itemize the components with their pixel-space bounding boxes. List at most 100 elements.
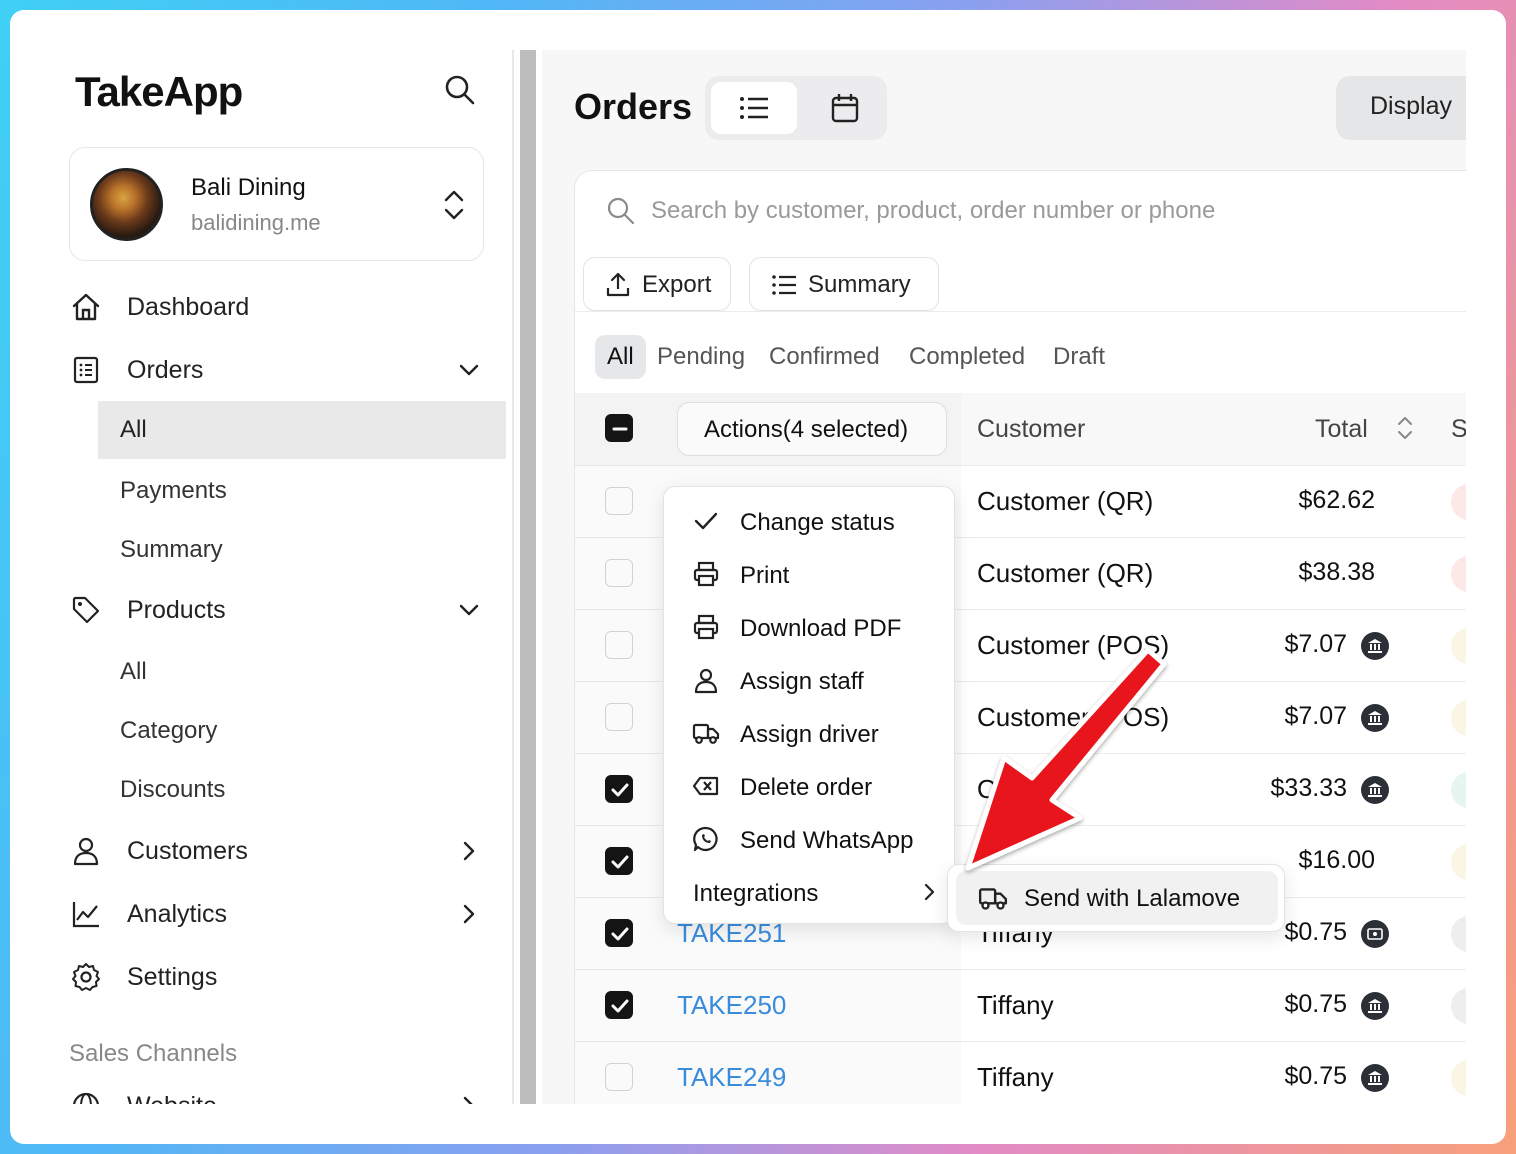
customer-cell: Customer (QR) — [977, 486, 1154, 516]
sort-icon[interactable] — [1393, 413, 1417, 443]
status-badge[interactable] — [1451, 628, 1466, 664]
total-cell: $0.75 — [1284, 1062, 1347, 1090]
menu-item-integrations[interactable]: Integrations — [664, 866, 956, 919]
menu-item-label: Assign driver — [740, 721, 879, 748]
sidebar-item-label: Website — [127, 1092, 217, 1105]
summary-button[interactable]: Summary — [749, 257, 939, 311]
chevron-down-icon[interactable] — [456, 597, 482, 623]
status-badge[interactable] — [1451, 1060, 1466, 1096]
tab-completed[interactable]: Completed — [897, 335, 1037, 379]
sidebar-subitem-summary[interactable]: Summary — [98, 521, 506, 579]
menu-item-assign-staff[interactable]: Assign staff — [664, 654, 956, 707]
menu-item-label: Delete order — [740, 774, 873, 801]
search-icon — [607, 197, 635, 225]
upload-icon — [606, 272, 630, 297]
sidebar-subitem-label: Category — [120, 717, 218, 744]
sidebar-item-orders[interactable]: Orders — [10, 342, 512, 398]
status-badge[interactable] — [1451, 844, 1466, 880]
menu-item-send-with-lalamove[interactable]: Send with Lalamove — [956, 871, 1278, 925]
sidebar-item-settings[interactable]: Settings — [10, 949, 512, 1005]
sidebar-item-label: Settings — [127, 962, 218, 991]
menu-item-label: Download PDF — [740, 615, 902, 642]
menu-item-label: Assign staff — [740, 668, 864, 695]
sidebar-item-label: Orders — [127, 355, 204, 384]
bank-icon — [1361, 776, 1389, 804]
export-button[interactable]: Export — [583, 257, 731, 311]
sidebar-subitem-label: Discounts — [120, 776, 226, 803]
customer-cell: Customer (POS) — [977, 702, 1170, 732]
customer-cell: Tiffany — [977, 1062, 1054, 1092]
total-cell: $0.75 — [1284, 990, 1347, 1018]
check-icon — [694, 512, 718, 530]
sidebar-item-customers[interactable]: Customers — [10, 823, 512, 879]
truck-icon — [692, 723, 720, 744]
display-button[interactable]: Display — [1336, 76, 1466, 140]
search-icon[interactable] — [442, 72, 478, 108]
truck-icon — [978, 888, 1008, 910]
chevron-right-icon[interactable] — [456, 901, 482, 927]
tab-confirmed[interactable]: Confirmed — [757, 335, 892, 379]
sidebar: TakeApp Bali Dining balidining.me Dashbo… — [10, 10, 512, 1104]
list-box-icon — [70, 354, 102, 386]
status-badge[interactable] — [1451, 916, 1466, 952]
sidebar-item-products[interactable]: Products — [10, 582, 512, 638]
user-icon — [70, 835, 102, 867]
sidebar-subitem-orders-all[interactable]: All — [98, 401, 506, 459]
menu-item-label: Integrations — [693, 880, 819, 907]
sidebar-item-dashboard[interactable]: Dashboard — [10, 279, 512, 335]
tab-draft[interactable]: Draft — [1041, 335, 1117, 379]
tab-pending[interactable]: Pending — [645, 335, 757, 379]
menu-item-print[interactable]: Print — [664, 548, 956, 601]
search-input[interactable]: Search by customer, product, order numbe… — [575, 171, 1466, 249]
integrations-submenu: Send with Lalamove — [947, 864, 1285, 932]
sidebar-subitem-products-all[interactable]: All — [98, 643, 506, 701]
menu-item-assign-driver[interactable]: Assign driver — [664, 707, 956, 760]
status-badge[interactable] — [1451, 988, 1466, 1024]
chevron-down-icon[interactable] — [456, 357, 482, 383]
calendar-view-button[interactable] — [809, 82, 881, 134]
customer-cell: Customer (POS) — [977, 630, 1170, 660]
status-badge[interactable] — [1451, 700, 1466, 736]
printer-icon — [693, 614, 719, 640]
menu-item-label: Send WhatsApp — [740, 827, 914, 854]
chevron-right-icon[interactable] — [456, 1093, 482, 1104]
sidebar-subitem-discounts[interactable]: Discounts — [98, 761, 506, 819]
whatsapp-icon — [693, 826, 718, 852]
status-badge[interactable] — [1451, 772, 1466, 808]
chevron-right-icon[interactable] — [456, 838, 482, 864]
sidebar-subitem-label: Summary — [120, 536, 223, 563]
column-header-status[interactable]: S — [1451, 415, 1466, 444]
sidebar-item-label: Products — [127, 595, 226, 624]
store-switcher[interactable]: Bali Dining balidining.me — [69, 147, 484, 261]
total-cell: $62.62 — [1298, 486, 1375, 514]
sidebar-item-website[interactable]: Website — [10, 1078, 512, 1104]
app-logo: TakeApp — [75, 68, 243, 115]
customer-cell: Olivia — [977, 774, 1043, 804]
store-domain: balidining.me — [191, 210, 321, 235]
globe-icon — [70, 1090, 102, 1104]
user-icon — [694, 668, 718, 694]
status-badge[interactable] — [1451, 484, 1466, 520]
column-header-customer[interactable]: Customer — [977, 415, 1085, 444]
status-badge[interactable] — [1451, 556, 1466, 592]
total-cell: $38.38 — [1298, 558, 1375, 586]
sidebar-resize-handle[interactable] — [520, 50, 536, 1104]
list-view-button[interactable] — [711, 82, 797, 134]
tab-all[interactable]: All — [595, 335, 646, 379]
list-icon — [740, 97, 768, 119]
store-name: Bali Dining — [191, 174, 306, 201]
sidebar-subitem-payments[interactable]: Payments — [98, 462, 506, 520]
menu-item-send-whatsapp[interactable]: Send WhatsApp — [664, 813, 956, 866]
menu-item-download-pdf[interactable]: Download PDF — [664, 601, 956, 654]
sidebar-item-analytics[interactable]: Analytics — [10, 886, 512, 942]
column-header-total[interactable]: Total — [1315, 415, 1368, 444]
divider — [575, 311, 1466, 312]
menu-item-change-status[interactable]: Change status — [664, 495, 956, 548]
sales-channels-heading: Sales Channels — [69, 1040, 238, 1067]
app-window: TakeApp Bali Dining balidining.me Dashbo… — [10, 10, 1506, 1144]
menu-item-delete-order[interactable]: Delete order — [664, 760, 956, 813]
line-chart-icon — [70, 898, 102, 930]
sidebar-subitem-category[interactable]: Category — [98, 702, 506, 760]
customer-cell: Tiffany — [977, 990, 1054, 1020]
sidebar-item-label: Customers — [127, 836, 248, 865]
